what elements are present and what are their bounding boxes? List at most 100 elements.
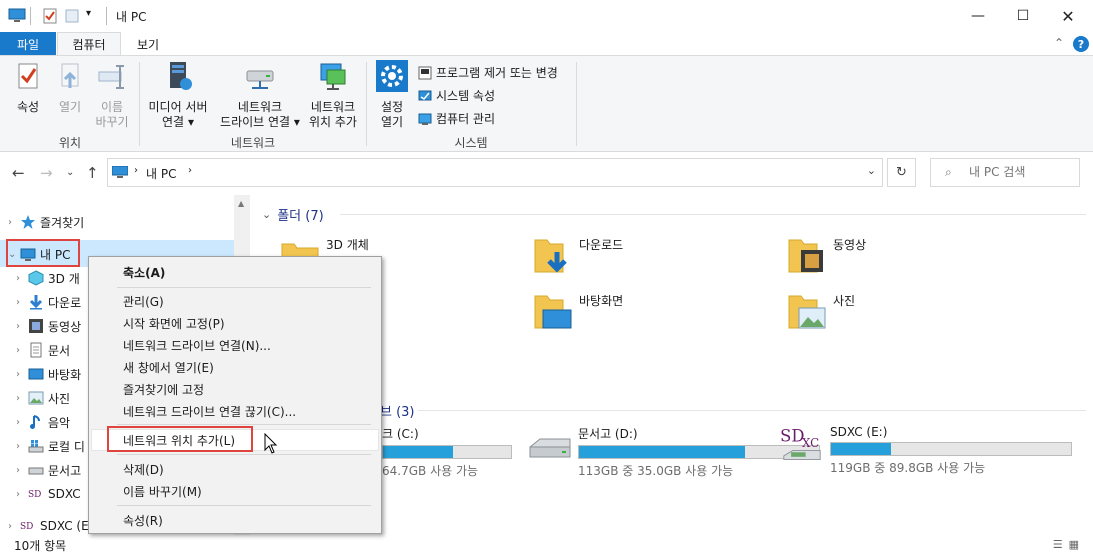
- mouse-cursor-icon: [264, 433, 278, 454]
- minimize-icon: —: [971, 8, 985, 24]
- network-location-icon: [320, 63, 346, 90]
- network-drive-icon: [246, 70, 274, 89]
- folder-videos[interactable]: 동영상: [787, 236, 866, 276]
- expand-chevron-icon[interactable]: ›: [16, 393, 28, 404]
- expand-chevron-icon[interactable]: ›: [16, 417, 28, 428]
- drive-archive-d[interactable]: 문서고 (D:) 113GB 중 35.0GB 사용 가능: [526, 425, 820, 479]
- nav-item-downloads[interactable]: › 다운로: [16, 291, 81, 313]
- forward-arrow-icon[interactable]: →: [40, 164, 53, 182]
- expand-chevron-icon[interactable]: ›: [16, 297, 28, 308]
- nav-item-videos[interactable]: › 동영상: [16, 315, 81, 337]
- nav-item-sdxc-root[interactable]: › SD SDXC (E:): [8, 515, 97, 537]
- drives-section-header[interactable]: 브 (3): [380, 401, 415, 420]
- menu-item-delete[interactable]: 삭제(D): [123, 460, 164, 478]
- computer-management-icon: [418, 113, 432, 125]
- nav-item-local-disk[interactable]: › 로컬 디: [16, 435, 85, 457]
- system-properties-button[interactable]: 시스템 속성: [418, 87, 495, 104]
- breadcrumb-separator-icon[interactable]: ›: [134, 165, 138, 176]
- tab-file[interactable]: 파일: [0, 32, 56, 56]
- nav-item-documents[interactable]: › 문서: [16, 339, 70, 361]
- folder-desktop[interactable]: 바탕화면: [533, 292, 623, 332]
- scroll-up-icon[interactable]: ▲: [238, 199, 244, 208]
- menu-item-pin-quick-access[interactable]: 즐겨찾기에 고정: [123, 380, 204, 398]
- nav-item-archive-drive[interactable]: › 문서고: [16, 459, 81, 481]
- folders-section-header[interactable]: ⌄ 폴더 (7): [262, 205, 324, 224]
- up-arrow-icon[interactable]: ↑: [86, 164, 99, 182]
- quick-access-dropdown-icon[interactable]: ▾: [86, 8, 91, 24]
- large-icons-view-icon[interactable]: ▦: [1069, 538, 1085, 551]
- menu-item-collapse[interactable]: 축소(A): [123, 263, 165, 281]
- group-label-network: 네트워크: [230, 136, 276, 150]
- uninstall-program-button[interactable]: 프로그램 제거 또는 변경: [418, 64, 558, 81]
- properties-button[interactable]: 속성: [8, 60, 48, 115]
- menu-item-properties[interactable]: 속성(R): [123, 511, 163, 529]
- close-icon: ✕: [1061, 6, 1075, 26]
- tab-view[interactable]: 보기: [126, 32, 170, 56]
- gear-icon: [376, 60, 408, 92]
- hard-drive-icon: [529, 438, 571, 458]
- help-icon[interactable]: ?: [1073, 36, 1089, 52]
- view-toggle-buttons[interactable]: ☰▦: [1053, 538, 1085, 551]
- close-button[interactable]: ✕: [1045, 0, 1091, 32]
- computer-management-button[interactable]: 컴퓨터 관리: [418, 110, 495, 127]
- expand-chevron-icon[interactable]: ›: [8, 217, 20, 228]
- dropdown-arrow-icon: ▾: [187, 115, 194, 129]
- nav-item-desktop[interactable]: › 바탕화: [16, 363, 81, 385]
- map-drive-label-line2: 드라이브 연결: [220, 115, 291, 129]
- nav-item-3d-objects[interactable]: › 3D 개: [16, 267, 80, 289]
- expand-chevron-icon[interactable]: ›: [16, 321, 28, 332]
- media-server-label-line2: 연결: [162, 115, 185, 129]
- add-network-location-button[interactable]: 네트워크 위치 추가: [304, 60, 362, 130]
- expand-chevron-icon[interactable]: ›: [16, 345, 28, 356]
- group-separator: [576, 62, 577, 146]
- expand-chevron-icon[interactable]: ›: [16, 489, 28, 500]
- drive-label: 크 (C:): [382, 427, 419, 441]
- menu-item-rename[interactable]: 이름 바꾸기(M): [123, 482, 202, 500]
- tab-computer[interactable]: 컴퓨터: [57, 32, 121, 56]
- search-input[interactable]: [969, 165, 1074, 179]
- refresh-icon: ↻: [896, 165, 907, 180]
- new-folder-icon[interactable]: [64, 8, 80, 24]
- folder-downloads[interactable]: 다운로드: [533, 236, 623, 276]
- search-box[interactable]: ⌕: [930, 158, 1080, 187]
- maximize-button[interactable]: ☐: [1000, 0, 1046, 32]
- recent-locations-chevron-icon[interactable]: ⌄: [66, 167, 74, 178]
- menu-item-manage[interactable]: 관리(G): [123, 292, 164, 310]
- breadcrumb-this-pc[interactable]: 내 PC: [146, 165, 176, 182]
- collapse-chevron-icon[interactable]: ⌄: [262, 208, 271, 221]
- nav-item-sdxc[interactable]: › SD SDXC: [16, 483, 81, 505]
- nav-item-pictures[interactable]: › 사진: [16, 387, 70, 409]
- expand-chevron-icon[interactable]: ›: [16, 273, 28, 284]
- folder-pictures[interactable]: 사진: [787, 292, 855, 332]
- drive-usage-fill: [831, 443, 891, 455]
- drive-sdxc-e[interactable]: SD XC SDXC (E:) 119GB 중 89.8GB 사용 가능: [778, 425, 1072, 476]
- nav-item-quick-access[interactable]: › 즐겨찾기: [8, 211, 84, 233]
- expand-chevron-icon[interactable]: ›: [8, 521, 20, 532]
- expand-chevron-icon[interactable]: ›: [16, 441, 28, 452]
- open-button[interactable]: 열기: [50, 60, 90, 115]
- rename-button[interactable]: 이름 바꾸기: [92, 60, 132, 130]
- collapse-ribbon-icon[interactable]: ⌃: [1054, 36, 1064, 50]
- details-view-icon[interactable]: ☰: [1053, 538, 1069, 551]
- breadcrumb-separator-icon[interactable]: ›: [188, 165, 192, 176]
- address-bar[interactable]: › 내 PC › ⌄: [107, 158, 883, 187]
- media-server-button[interactable]: 미디어 서버 연결 ▾: [144, 60, 212, 130]
- open-settings-button[interactable]: 설정 열기: [372, 60, 412, 130]
- drive-local-c[interactable]: 크 (C:) 64.7GB 사용 가능: [382, 425, 512, 479]
- nav-item-music[interactable]: › 음악: [16, 411, 70, 433]
- expand-chevron-icon[interactable]: ›: [16, 369, 28, 380]
- properties-label: 속성: [16, 100, 40, 114]
- properties-icon[interactable]: [42, 8, 58, 24]
- svg-text:SD: SD: [20, 522, 33, 532]
- minimize-button[interactable]: —: [955, 0, 1001, 32]
- menu-item-pin-to-start[interactable]: 시작 화면에 고정(P): [123, 314, 225, 332]
- map-network-drive-button[interactable]: 네트워크 드라이브 연결 ▾: [214, 60, 306, 130]
- menu-item-map-network-drive[interactable]: 네트워크 드라이브 연결(N)...: [123, 336, 271, 354]
- refresh-button[interactable]: ↻: [887, 158, 916, 187]
- address-dropdown-icon[interactable]: ⌄: [867, 164, 876, 177]
- menu-item-open-new-window[interactable]: 새 창에서 열기(E): [123, 358, 214, 376]
- open-icon: [61, 63, 79, 88]
- menu-item-disconnect-network-drive[interactable]: 네트워크 드라이브 연결 끊기(C)...: [123, 402, 296, 420]
- expand-chevron-icon[interactable]: ›: [16, 465, 28, 476]
- back-arrow-icon[interactable]: ←: [12, 164, 25, 182]
